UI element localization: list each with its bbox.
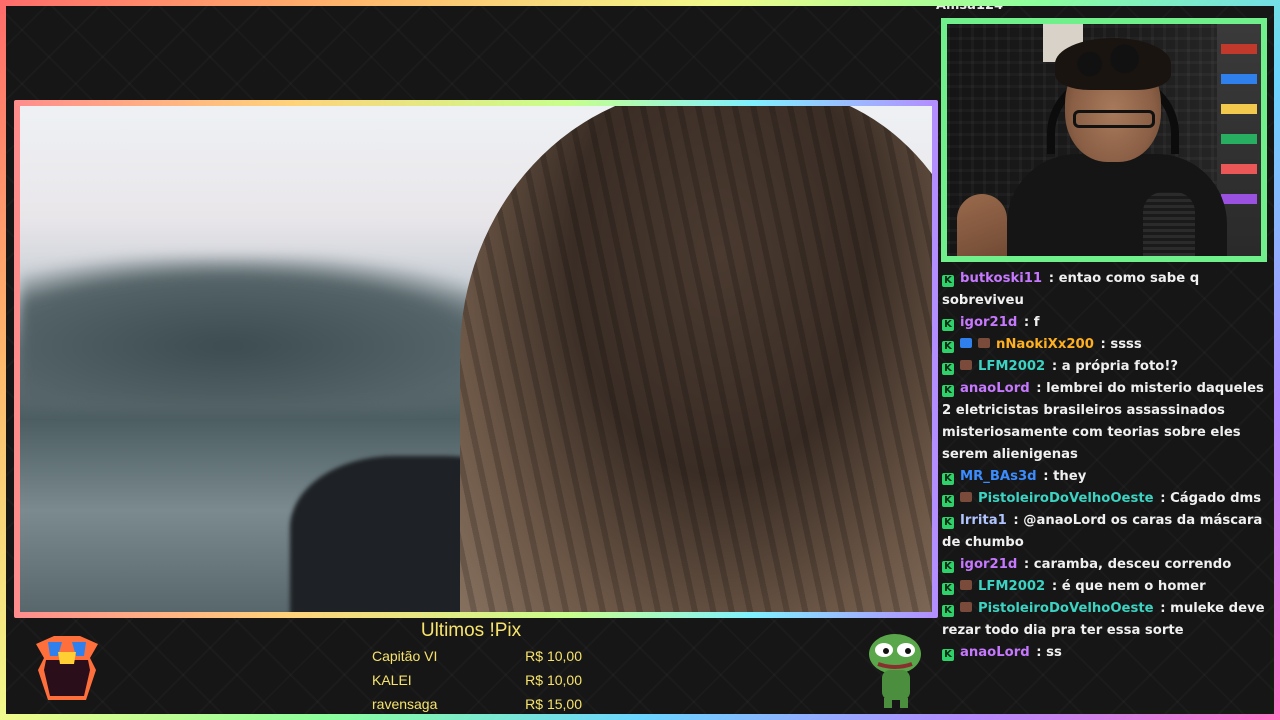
pix-entry: KALEI R$ 10,00: [372, 672, 582, 692]
mod-badge-icon: K: [942, 517, 954, 529]
chat-message: K MR_BAs3d : they: [936, 466, 1270, 488]
chat-username[interactable]: nNaokiXx200: [996, 337, 1094, 352]
mod-badge-icon: K: [942, 473, 954, 485]
chat-separator: :: [1044, 271, 1059, 286]
mod-badge-icon: K: [942, 319, 954, 331]
chat-text: a própria foto!?: [1061, 359, 1178, 374]
chat-separator: :: [1031, 381, 1047, 396]
microphone-icon: [1143, 192, 1195, 256]
pix-donor-name: ravensaga: [372, 696, 438, 712]
chat-message: Kigor21d : f: [936, 312, 1270, 334]
streamer-hair: [1055, 38, 1171, 90]
webcam-video: [947, 24, 1261, 256]
chat-username[interactable]: LFM2002: [978, 359, 1045, 374]
chat-username[interactable]: Irrita1: [960, 513, 1007, 528]
main-video[interactable]: [20, 106, 932, 612]
cube-badge-icon: [960, 338, 972, 348]
chat-message: K LFM2002 : a própria foto!?: [936, 356, 1270, 378]
chat-message: Kbutkoski11 : entao como sabe q sobreviv…: [936, 268, 1270, 312]
chat-username[interactable]: igor21d: [960, 557, 1017, 572]
mod-badge-icon: K: [942, 275, 954, 287]
mod-badge-icon: K: [942, 495, 954, 507]
chat-message: K LFM2002 : é que nem o homer: [936, 576, 1270, 598]
chat-text: ss: [1046, 645, 1062, 660]
pix-title: Ultimos !Pix: [420, 620, 522, 641]
chat-separator: :: [1047, 579, 1062, 594]
chat-separator: :: [1047, 359, 1062, 374]
chat-message: KanaoLord : ss: [936, 642, 1270, 664]
chat-separator: :: [1095, 337, 1111, 352]
chat-separator: :: [1155, 491, 1171, 506]
mod-badge-icon: K: [942, 605, 954, 617]
chat-message: K PistoleiroDoVelhoOeste : muleke deve re…: [936, 598, 1270, 642]
chat-text: ssss: [1110, 337, 1142, 352]
pix-amount: R$ 10,00: [525, 672, 582, 688]
sub-badge-icon: [960, 492, 972, 502]
chat-separator: :: [1019, 315, 1034, 330]
chat-text: f: [1033, 315, 1040, 330]
mod-badge-icon: K: [942, 583, 954, 595]
mod-badge-icon: K: [942, 385, 954, 397]
chat-username[interactable]: LFM2002: [978, 579, 1045, 594]
chat-separator: :: [1019, 557, 1034, 572]
chat-username[interactable]: PistoleiroDoVelhoOeste: [978, 601, 1154, 616]
chat-separator: :: [1038, 469, 1054, 484]
chat-username[interactable]: anaoLord: [960, 381, 1030, 396]
sub-badge-icon: [960, 360, 972, 370]
chat-username[interactable]: MR_BAs3d: [960, 469, 1037, 484]
sub-badge-icon: [960, 580, 972, 590]
chat-message: K PistoleiroDoVelhoOeste : Cágado dms: [936, 488, 1270, 510]
chat-top-partial: Ailisa124 ·: [936, 6, 1056, 14]
pix-entry: ravensaga R$ 15,00: [372, 696, 582, 714]
streamer-arm: [957, 194, 1007, 256]
chat-separator: :: [1008, 513, 1024, 528]
chat-separator: :: [1031, 645, 1047, 660]
chat-username[interactable]: igor21d: [960, 315, 1017, 330]
stream-overlay: Ailisa124 · existiu Kbutkoski11 : entao …: [6, 6, 1274, 714]
chat-message: KnNaokiXx200 : ssss: [936, 334, 1270, 356]
chat-message: Kigor21d : caramba, desceu correndo: [936, 554, 1270, 576]
pix-amount: R$ 15,00: [525, 696, 582, 712]
chat-username[interactable]: anaoLord: [960, 645, 1030, 660]
mod-badge-icon: K: [942, 363, 954, 375]
chat-username[interactable]: PistoleiroDoVelhoOeste: [978, 491, 1154, 506]
pix-donor-name: KALEI: [372, 672, 412, 688]
chat-message: K Irrita1 : @anaoLord os caras da máscara…: [936, 510, 1270, 554]
pepe-frog-icon: [869, 634, 921, 708]
chat-text: é que nem o homer: [1061, 579, 1206, 594]
mod-badge-icon: K: [942, 561, 954, 573]
sub-badge-icon: [978, 338, 990, 348]
sub-badge-icon: [960, 602, 972, 612]
webcam-frame: [941, 18, 1267, 262]
video-hair-shape: [460, 106, 932, 612]
chat-message-list: Kbutkoski11 : entao como sabe q sobreviv…: [936, 268, 1270, 664]
chat-panel: existiu Kbutkoski11 : entao como sabe q …: [936, 246, 1270, 714]
mod-badge-icon: K: [942, 649, 954, 661]
chat-username[interactable]: butkoski11: [960, 271, 1042, 286]
pix-entry: Capitão VI R$ 10,00: [372, 648, 582, 668]
chat-message: KanaoLord : lembrei do misterio daqueles…: [936, 378, 1270, 466]
chat-separator: :: [1155, 601, 1171, 616]
main-video-frame: [14, 100, 938, 618]
chat-text: Cágado dms: [1170, 491, 1262, 506]
chat-text: they: [1053, 469, 1087, 484]
chat-text: caramba, desceu correndo: [1033, 557, 1232, 572]
pix-amount: R$ 10,00: [525, 648, 582, 664]
mod-badge-icon: K: [942, 341, 954, 353]
pix-donor-name: Capitão VI: [372, 648, 438, 664]
glasses-icon: [1073, 110, 1155, 128]
channel-logo: [36, 636, 98, 700]
